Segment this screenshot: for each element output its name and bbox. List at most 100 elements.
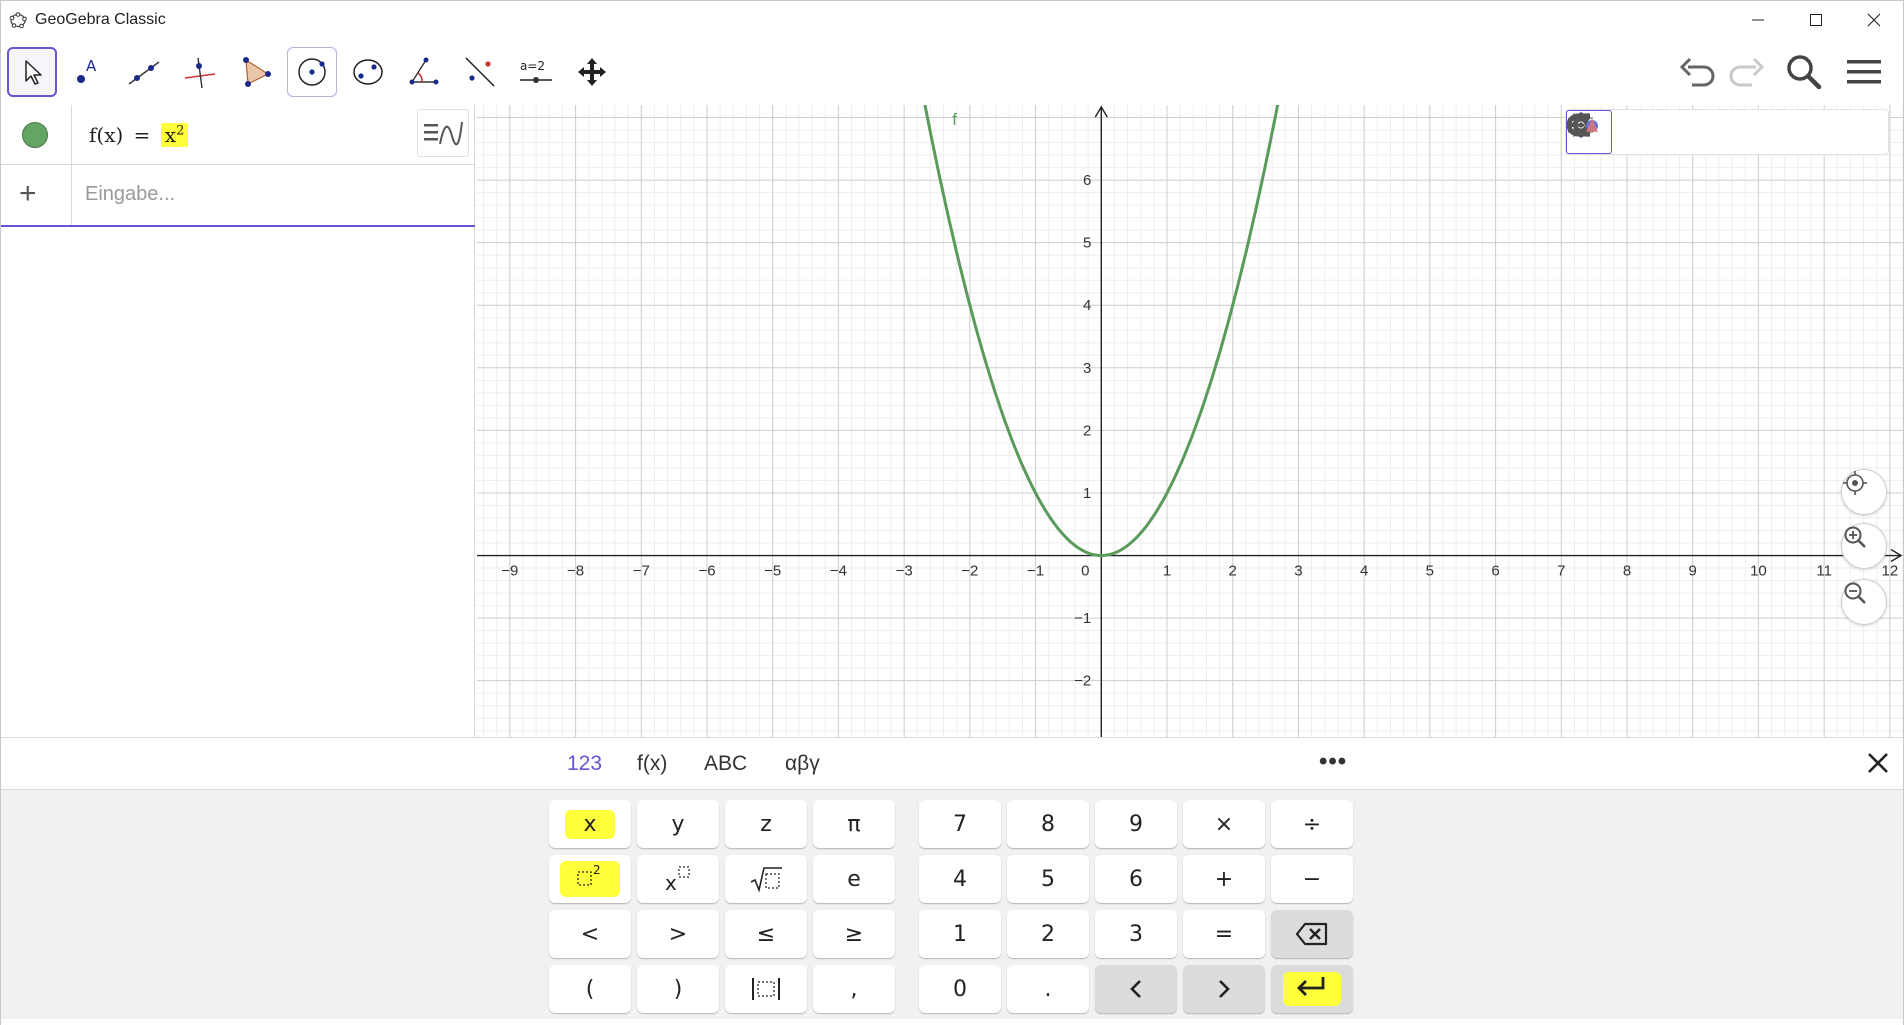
tool-reflect[interactable]	[455, 47, 505, 97]
algebra-input-row[interactable]: + Eingabe...	[1, 165, 475, 227]
x-tick-label: 11	[1816, 563, 1832, 580]
tool-move-graphics[interactable]	[567, 47, 617, 97]
key-z[interactable]: z	[725, 800, 807, 848]
geogebra-logo-icon	[9, 12, 27, 29]
x-tick-label: 1	[1163, 563, 1171, 580]
y-tick-label: −1	[1074, 610, 1091, 627]
key-0[interactable]: 0	[919, 965, 1001, 1013]
minimize-button[interactable]	[1729, 1, 1787, 39]
search-button[interactable]	[1779, 47, 1829, 97]
tool-perpendicular[interactable]	[175, 47, 225, 97]
function-definition[interactable]: f(x) = x2	[89, 123, 189, 147]
key-less-equal[interactable]: ≤	[725, 910, 807, 958]
point-capturing-button[interactable]	[1566, 110, 1750, 154]
key-decimal[interactable]: .	[1007, 965, 1089, 1013]
key-greater-equal[interactable]: ≥	[813, 910, 895, 958]
tool-ellipse[interactable]	[343, 47, 393, 97]
tab-123[interactable]: 123	[567, 752, 602, 776]
title-bar: GeoGebra Classic	[1, 1, 1903, 39]
key-3[interactable]: 3	[1095, 910, 1177, 958]
key-4[interactable]: 4	[919, 855, 1001, 903]
zoom-in-button[interactable]	[1841, 523, 1887, 569]
key-minus[interactable]: −	[1271, 855, 1353, 903]
maximize-button[interactable]	[1787, 1, 1845, 39]
tool-circle-center-point[interactable]	[287, 47, 337, 97]
visibility-toggle-marble[interactable]	[22, 122, 48, 148]
key-abs[interactable]	[725, 965, 807, 1013]
algebra-style-menu-button[interactable]	[417, 109, 469, 157]
key-less-than[interactable]: <	[549, 910, 631, 958]
key-close-paren[interactable]: )	[637, 965, 719, 1013]
key-plus[interactable]: +	[1183, 855, 1265, 903]
key-8[interactable]: 8	[1007, 800, 1089, 848]
close-window-button[interactable]	[1845, 1, 1903, 39]
graphics-view[interactable]: −9 −8 −7 −6 −5 −4 −3 −2 −1 0 1 2 3 4 5 6 7 8 9 10 11 12 6 5 4 3 2 1…	[477, 105, 1903, 737]
key-square[interactable]: 2	[549, 855, 631, 903]
y-tick-label: 3	[1083, 360, 1091, 377]
key-open-paren[interactable]: (	[549, 965, 631, 1013]
key-pi[interactable]: π	[813, 800, 895, 848]
key-enter[interactable]	[1271, 965, 1353, 1013]
redo-button[interactable]	[1721, 47, 1771, 97]
expression-exponent: 2	[176, 123, 185, 139]
key-5[interactable]: 5	[1007, 855, 1089, 903]
toggle-style-bar-button[interactable]	[1568, 110, 1888, 154]
main-menu-button[interactable]	[1839, 47, 1889, 97]
tool-move[interactable]	[7, 47, 57, 97]
zoom-out-button[interactable]	[1841, 579, 1887, 625]
keyboard-close-icon[interactable]	[1863, 748, 1893, 778]
key-cursor-left[interactable]	[1095, 965, 1177, 1013]
key-1[interactable]: 1	[919, 910, 1001, 958]
key-x[interactable]: x	[549, 800, 631, 848]
key-y[interactable]: y	[637, 800, 719, 848]
key-comma[interactable]: ,	[813, 965, 895, 1013]
geogebra-window: GeoGebra Classic A a=2 f(x) = x2 + Einga…	[0, 0, 1904, 1025]
key-6[interactable]: 6	[1095, 855, 1177, 903]
key-2[interactable]: 2	[1007, 910, 1089, 958]
standard-view-button[interactable]	[1570, 110, 1704, 154]
x-tick-label: 7	[1557, 563, 1565, 580]
key-equals[interactable]: =	[1183, 910, 1265, 958]
search-icon	[1787, 55, 1822, 90]
square-template-icon: 2	[577, 863, 601, 886]
key-cursor-right[interactable]	[1183, 965, 1265, 1013]
graphics-settings-button[interactable]	[1569, 110, 1796, 154]
x-tick-label: 10	[1750, 563, 1767, 580]
tool-point[interactable]: A	[63, 47, 113, 97]
key-sqrt[interactable]	[725, 855, 807, 903]
y-tick-label: 2	[1083, 422, 1091, 439]
zoom-in-icon	[1844, 526, 1866, 548]
undo-button[interactable]	[1673, 47, 1723, 97]
sqrt-template-icon	[750, 867, 782, 893]
coordinate-plane[interactable]: −9 −8 −7 −6 −5 −4 −3 −2 −1 0 1 2 3 4 5 6 7 8 9 10 11 12654321…	[477, 105, 1903, 737]
x-tick-label: 12	[1882, 563, 1899, 580]
more-options-button[interactable]	[1578, 110, 1842, 154]
keyboard-tabs: 123 f(x) ABC αβγ •••	[1, 738, 1903, 790]
key-backspace[interactable]	[1271, 910, 1353, 958]
graphics-style-bar	[1565, 109, 1889, 155]
x-tick-label: 2	[1229, 563, 1237, 580]
add-item-plus-icon[interactable]: +	[19, 177, 37, 211]
key-divide[interactable]: ÷	[1271, 800, 1353, 848]
x-tick-label: −8	[567, 563, 584, 580]
key-e[interactable]: e	[813, 855, 895, 903]
tab-functions[interactable]: f(x)	[637, 752, 667, 776]
toggle-grid-button[interactable]	[1569, 110, 1658, 154]
tool-angle[interactable]	[399, 47, 449, 97]
tab-abc[interactable]: ABC	[704, 752, 747, 776]
keyboard-more-button[interactable]: •••	[1319, 748, 1347, 776]
key-multiply[interactable]: ×	[1183, 800, 1265, 848]
key-9[interactable]: 9	[1095, 800, 1177, 848]
tool-slider[interactable]: a=2	[511, 47, 561, 97]
key-7[interactable]: 7	[919, 800, 1001, 848]
slider-icon: a=2	[520, 59, 552, 83]
virtual-keyboard: 123 f(x) ABC αβγ ••• x y z π 2 x e < > ≤…	[1, 737, 1903, 1024]
tab-greek[interactable]: αβγ	[785, 752, 820, 776]
key-power[interactable]: x	[637, 855, 719, 903]
key-greater-than[interactable]: >	[637, 910, 719, 958]
algebra-input-field[interactable]: Eingabe...	[85, 183, 175, 206]
tool-polygon[interactable]	[231, 47, 281, 97]
locate-view-button[interactable]	[1841, 469, 1887, 515]
algebra-item-f[interactable]: f(x) = x2	[1, 105, 475, 165]
tool-line[interactable]	[119, 47, 169, 97]
